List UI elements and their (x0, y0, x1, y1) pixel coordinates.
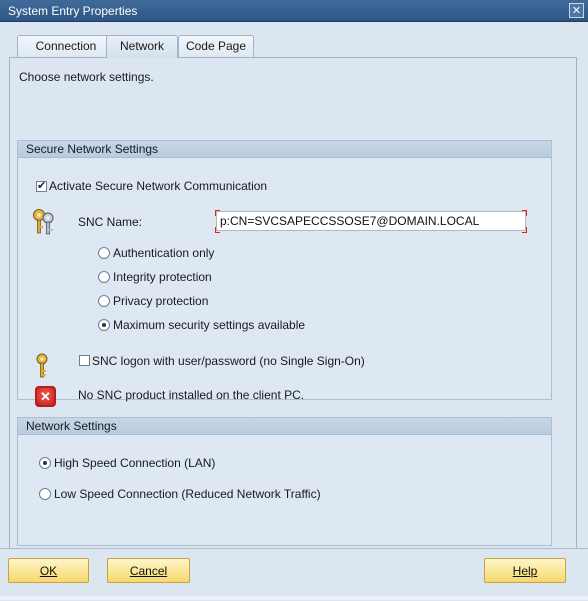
network-tab-panel: Choose network settings. Secure Network … (9, 57, 577, 566)
radio-integrity-protection-label: Integrity protection (113, 270, 212, 284)
radio-privacy-protection[interactable] (98, 295, 110, 307)
radio-high-speed-label: High Speed Connection (LAN) (54, 456, 216, 470)
snc-logon-label: SNC logon with user/password (no Single … (92, 354, 365, 368)
radio-high-speed[interactable] (39, 457, 51, 469)
radio-privacy-protection-label: Privacy protection (113, 294, 209, 308)
secure-network-group: Secure Network Settings ✔ Activate Secur… (17, 140, 552, 407)
radio-integrity-protection[interactable] (98, 271, 110, 283)
window-bottom-edge (0, 596, 588, 600)
key-pair-icon (33, 209, 54, 235)
window-title: System Entry Properties (8, 4, 138, 18)
key-icon (36, 353, 48, 378)
cancel-button[interactable]: Cancel (107, 558, 190, 583)
secure-network-group-title: Secure Network Settings (18, 141, 551, 158)
help-button[interactable]: Help (484, 558, 566, 583)
error-message: No SNC product installed on the client P… (78, 388, 305, 402)
radio-maximum-security[interactable] (98, 319, 110, 331)
tab-network-label: Network (119, 39, 164, 53)
tab-connection-label: Connection (35, 39, 97, 53)
input-corner-marker (522, 227, 527, 233)
snc-name-input[interactable] (216, 211, 526, 231)
intro-text: Choose network settings. (19, 70, 154, 84)
radio-low-speed-label: Low Speed Connection (Reduced Network Tr… (54, 487, 321, 501)
tab-code-page-label: Code Page (185, 39, 247, 53)
close-icon[interactable]: ✕ (569, 3, 584, 18)
tab-connection[interactable]: Connection (17, 35, 115, 57)
checkmark-icon: ✔ (37, 180, 47, 192)
activate-snc-label: Activate Secure Network Communication (49, 179, 268, 193)
error-icon: ✕ (35, 386, 56, 407)
network-settings-group: Network Settings High Speed Connection (… (17, 417, 552, 546)
radio-authentication-only[interactable] (98, 247, 110, 259)
radio-low-speed[interactable] (39, 488, 51, 500)
input-corner-marker (215, 227, 220, 233)
radio-authentication-only-label: Authentication only (113, 246, 215, 260)
snc-name-label: SNC Name: (78, 215, 143, 229)
input-corner-marker (215, 210, 220, 216)
activate-snc-checkbox[interactable]: ✔ (36, 180, 47, 192)
snc-logon-checkbox[interactable] (79, 355, 90, 366)
radio-maximum-security-label: Maximum security settings available (113, 318, 306, 332)
input-corner-marker (522, 210, 527, 216)
dialog-body: Connection Network Code Page Choose netw… (0, 22, 588, 601)
title-bar: System Entry Properties ✕ (0, 0, 588, 22)
ok-button[interactable]: OK (8, 558, 89, 583)
tab-network[interactable]: Network (106, 35, 178, 58)
tab-code-page[interactable]: Code Page (178, 35, 254, 57)
network-settings-group-title: Network Settings (18, 418, 551, 435)
